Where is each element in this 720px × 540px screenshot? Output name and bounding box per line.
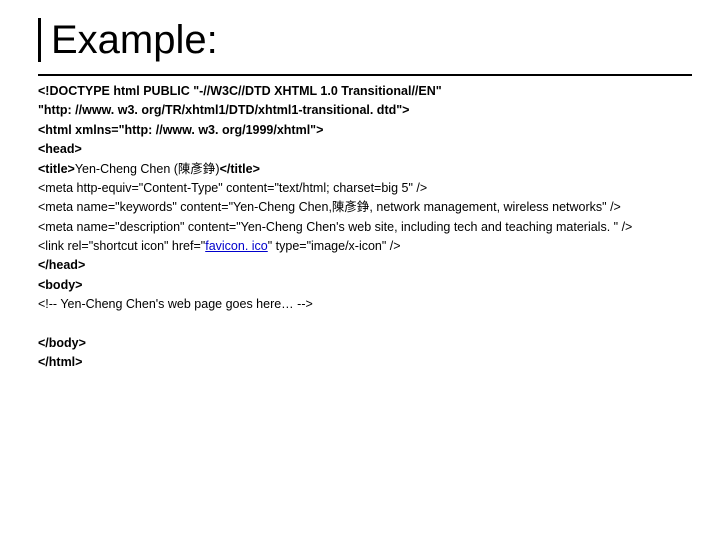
- title-underline: [38, 74, 692, 76]
- code-block: <!DOCTYPE html PUBLIC "-//W3C//DTD XHTML…: [38, 82, 692, 373]
- title-block: Example:: [38, 18, 692, 62]
- code-lines: <!DOCTYPE html PUBLIC "-//W3C//DTD XHTML…: [38, 82, 692, 373]
- slide: Example: <!DOCTYPE html PUBLIC "-//W3C//…: [0, 0, 720, 540]
- slide-title: Example:: [51, 18, 692, 62]
